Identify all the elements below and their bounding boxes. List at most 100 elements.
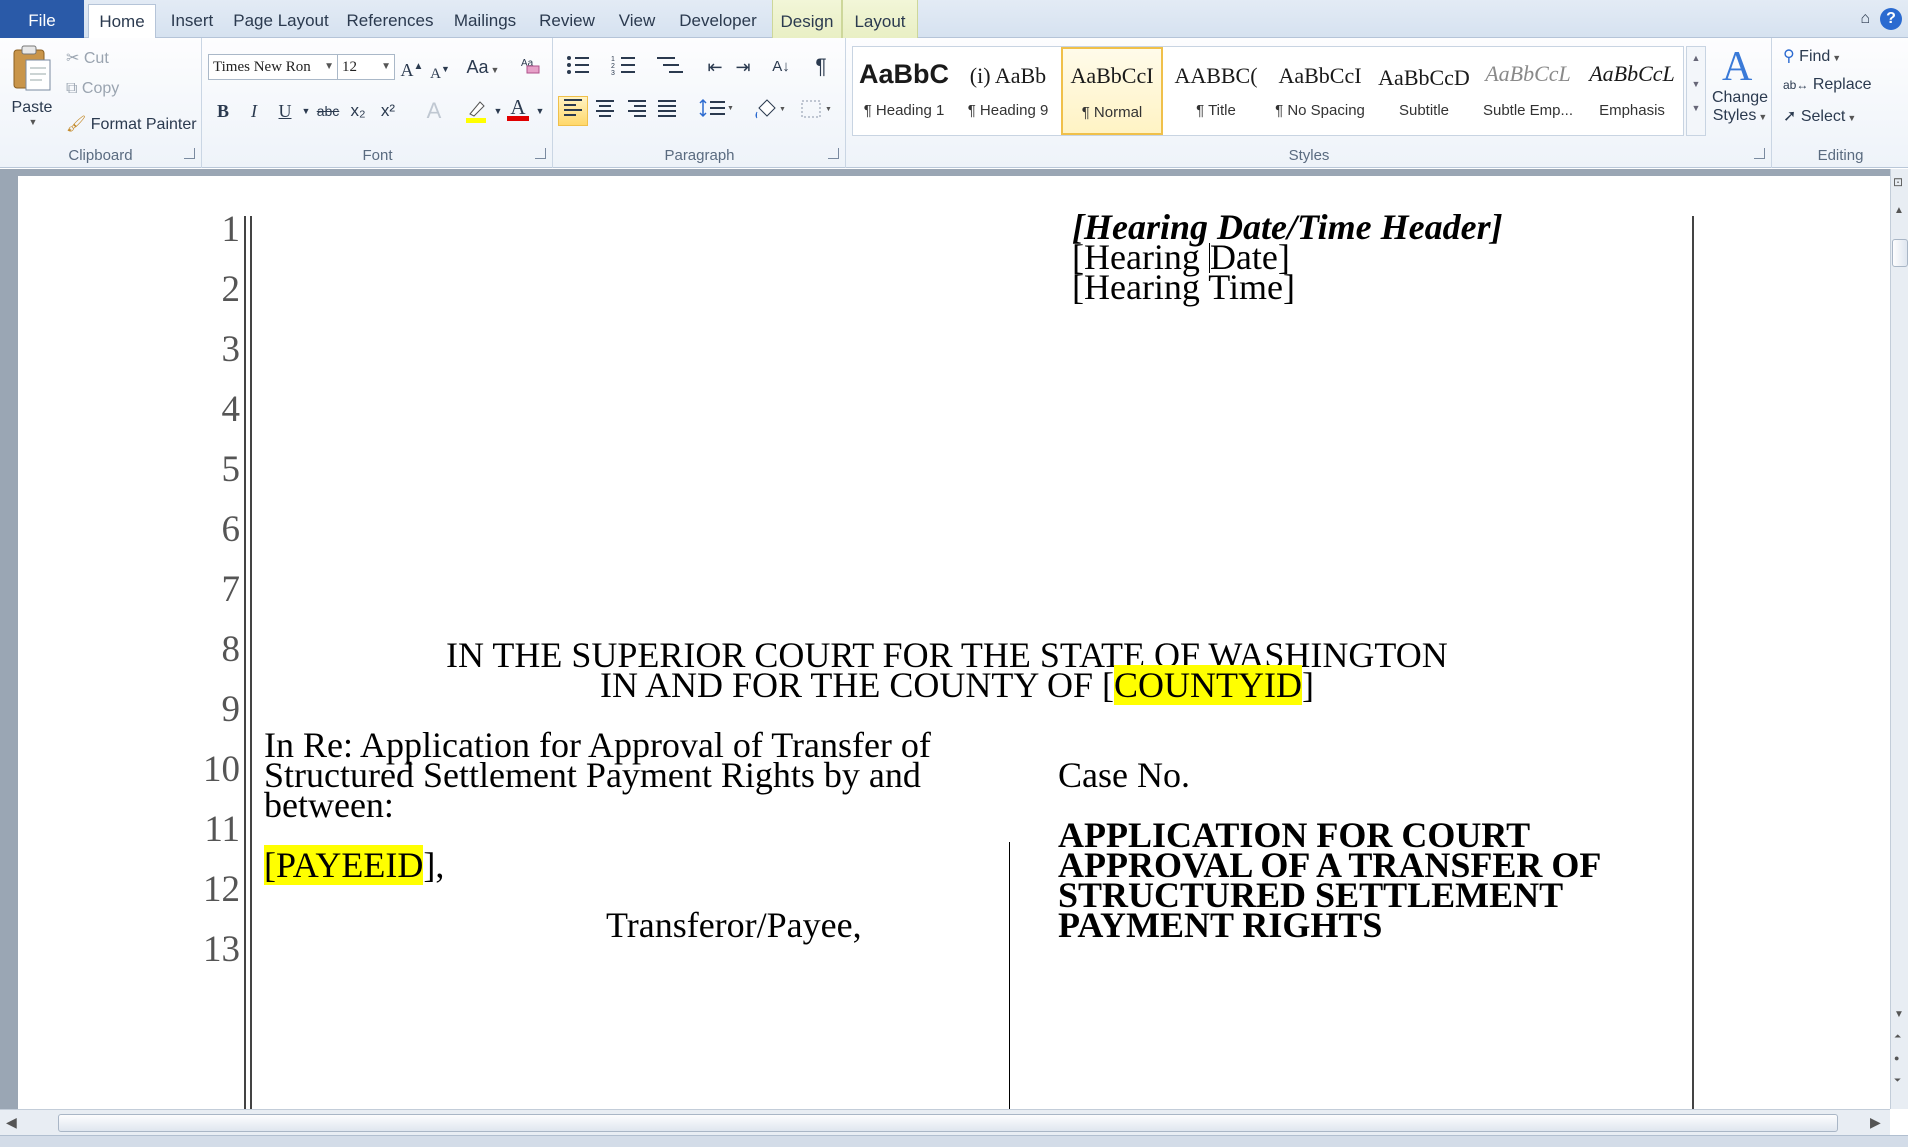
caption-divider (1009, 842, 1010, 1109)
change-styles-label: Change (1711, 89, 1769, 106)
clipboard-group: Paste ▼ ✂ Cut ⧉ Copy 🖌 Format Painter Cl… (0, 38, 202, 168)
justify-button[interactable] (654, 98, 680, 124)
increase-indent-icon[interactable]: ⇥ (730, 54, 756, 80)
replace-button[interactable]: ab↔ Replace (1783, 76, 1872, 94)
tab-mailings[interactable]: Mailings (446, 4, 524, 38)
clipboard-launcher-icon[interactable] (184, 148, 195, 159)
previous-page-icon[interactable]: ⏶ (1894, 1031, 1901, 1042)
italic-button[interactable]: I (241, 98, 267, 124)
bold-button[interactable]: B (210, 98, 236, 124)
ribbon-tab-strip: File Home Insert Page Layout References … (0, 0, 1908, 39)
help-icon[interactable]: ? (1880, 8, 1902, 30)
svg-text:3: 3 (611, 70, 615, 76)
select-button[interactable]: ➚ Select ▼ (1783, 106, 1856, 126)
tab-review[interactable]: Review (532, 4, 602, 38)
styles-launcher-icon[interactable] (1754, 148, 1765, 159)
chevron-down-icon: ▼ (324, 61, 334, 72)
status-bar (0, 1135, 1908, 1147)
tab-references[interactable]: References (342, 4, 438, 38)
horizontal-scroll-thumb[interactable] (58, 1114, 1838, 1132)
tab-file[interactable]: File (0, 0, 84, 38)
gallery-down-icon[interactable]: ▼ (1687, 79, 1705, 89)
paste-button[interactable]: Paste ▼ (10, 44, 54, 136)
bullets-button[interactable] (560, 54, 600, 80)
change-styles-button[interactable]: A Change Styles ▼ (1710, 42, 1770, 125)
decrease-indent-icon[interactable]: ⇤ (702, 54, 728, 80)
grow-font-button[interactable]: A▲ (399, 54, 425, 80)
style-title[interactable]: AABBC( ¶ Title (1165, 47, 1267, 135)
scroll-down-icon[interactable]: ▼ (1894, 1009, 1904, 1020)
cursor-arrow-icon: ➚ (1783, 108, 1797, 125)
align-left-button[interactable] (558, 96, 588, 126)
editing-group: ⚲ Find ▼ ab↔ Replace ➚ Select ▼ Editing (1773, 38, 1908, 168)
multilevel-list-button[interactable] (650, 54, 690, 80)
copy-button[interactable]: ⧉ Copy (66, 80, 119, 98)
payee-suffix: ], (423, 845, 445, 885)
align-right-button[interactable] (624, 98, 650, 124)
tab-view[interactable]: View (608, 4, 666, 38)
font-color-dropdown-icon[interactable]: ▼ (527, 98, 553, 124)
style-name: ¶ Title (1196, 102, 1236, 119)
text-effects-icon[interactable]: A (421, 98, 447, 124)
styles-gallery-scroll[interactable]: ▲ ▼ ▼ (1686, 46, 1706, 136)
find-button[interactable]: ⚲ Find ▼ (1783, 46, 1841, 66)
gallery-up-icon[interactable]: ▲ (1687, 53, 1705, 63)
style-emphasis[interactable]: AaBbCcL Emphasis (1581, 47, 1683, 135)
superscript-button[interactable]: x² (375, 98, 401, 124)
style-normal[interactable]: AaBbCcI ¶ Normal (1061, 47, 1163, 135)
scroll-up-icon[interactable]: ▲ (1894, 205, 1904, 216)
vertical-scrollbar[interactable]: ⊡ ▲ ▼ ⏶ ● ⏷ (1890, 169, 1908, 1109)
style-subtitle[interactable]: AaBbCcD Subtitle (1373, 47, 1475, 135)
tab-developer[interactable]: Developer (672, 4, 764, 38)
font-name-combo[interactable]: Times New Ron ▼ (208, 54, 338, 80)
borders-button[interactable]: ▼ (796, 98, 836, 124)
style-sample: AaBbCcI (1278, 63, 1362, 88)
tab-home[interactable]: Home (88, 4, 156, 39)
horizontal-scrollbar[interactable]: ◀ ▶ (0, 1109, 1890, 1135)
minimize-ribbon-icon[interactable]: ⌂ (1860, 10, 1870, 27)
vertical-scroll-thumb[interactable] (1892, 239, 1908, 267)
numbering-button[interactable]: 123 (606, 54, 646, 80)
line-spacing-button[interactable]: ▼ (696, 98, 736, 124)
format-painter-button[interactable]: 🖌 Format Painter (66, 114, 197, 134)
line-number: 6 (221, 509, 241, 550)
browse-object-icon[interactable]: ● (1894, 1053, 1899, 1063)
strikethrough-button[interactable]: abc (315, 98, 341, 124)
tab-layout[interactable]: Layout (842, 0, 918, 38)
tab-design[interactable]: Design (772, 0, 842, 38)
font-size-combo[interactable]: 12 ▼ (337, 54, 395, 80)
sort-icon[interactable]: A↓ (768, 54, 794, 80)
paste-dropdown-icon[interactable]: ▼ (12, 117, 54, 127)
align-center-button[interactable] (592, 98, 618, 124)
subscript-button[interactable]: x₂ (345, 98, 371, 124)
style-name: ¶ Normal (1081, 104, 1143, 121)
paragraph-launcher-icon[interactable] (828, 148, 839, 159)
next-page-icon[interactable]: ⏷ (1894, 1075, 1901, 1086)
change-case-button[interactable]: Aa ▼ (465, 54, 501, 80)
style-sample: AaBbCcD (1378, 65, 1470, 90)
show-formatting-button[interactable]: ¶ (808, 54, 834, 80)
ruler-toggle-icon[interactable]: ⊡ (1893, 175, 1903, 189)
font-launcher-icon[interactable] (535, 148, 546, 159)
tab-page-layout[interactable]: Page Layout (228, 4, 334, 38)
replace-icon: ab↔ (1783, 78, 1809, 92)
case-number-label: Case No. (1058, 755, 1190, 795)
style-heading-9[interactable]: (i) AaBb ¶ Heading 9 (957, 47, 1059, 135)
scroll-right-icon[interactable]: ▶ (1870, 1114, 1881, 1131)
cut-button[interactable]: ✂ Cut (66, 48, 109, 68)
style-no-spacing[interactable]: AaBbCcI ¶ No Spacing (1269, 47, 1371, 135)
line-number: 11 (204, 809, 240, 850)
tab-insert[interactable]: Insert (162, 4, 222, 38)
shading-button[interactable]: ▼ (750, 98, 790, 124)
pleading-border-left-outer (244, 216, 246, 1109)
shrink-font-button[interactable]: A▼ (427, 56, 453, 82)
clear-formatting-icon[interactable]: Aa (517, 54, 543, 80)
document-page[interactable]: 1 2 3 4 5 6 7 8 9 10 11 12 13 [Hearing D… (18, 176, 1890, 1109)
paste-label: Paste (11, 99, 53, 116)
scroll-left-icon[interactable]: ◀ (6, 1114, 17, 1131)
style-heading-1[interactable]: AaBbC ¶ Heading 1 (853, 47, 955, 135)
style-subtle-emphasis[interactable]: AaBbCcL Subtle Emp... (1477, 47, 1579, 135)
clipboard-group-label: Clipboard (68, 147, 133, 164)
gallery-more-icon[interactable]: ▼ (1687, 103, 1705, 113)
style-name: ¶ Heading 1 (863, 102, 945, 119)
